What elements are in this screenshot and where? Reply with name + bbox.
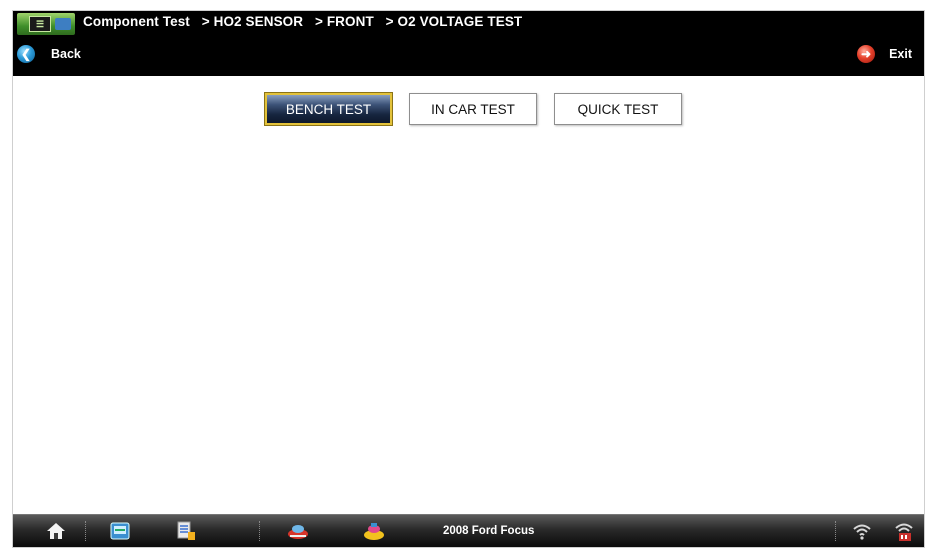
home-icon[interactable]	[45, 520, 67, 542]
breadcrumb: Component Test > HO2 SENSOR > FRONT > O2…	[83, 14, 530, 29]
app-logo-icon: ☰	[17, 13, 75, 35]
breadcrumb-item-ho2-sensor: > HO2 SENSOR	[201, 14, 304, 29]
taskbar-separator	[85, 521, 86, 541]
back-button-label: Back	[51, 47, 81, 61]
breadcrumb-item-o2-voltage-test: > O2 VOLTAGE TEST	[385, 14, 523, 29]
scanner-icon[interactable]	[109, 520, 131, 542]
taskbar-separator	[835, 521, 836, 541]
tab-bench-test[interactable]: BENCH TEST	[265, 93, 392, 125]
vci-status-icon[interactable]	[893, 520, 915, 542]
taskbar-separator	[259, 521, 260, 541]
vehicle-red-icon[interactable]	[287, 520, 309, 542]
exit-button-label: Exit	[889, 47, 912, 61]
vehicle-yellow-icon[interactable]	[363, 520, 385, 542]
taskbar: 2008 Ford Focus	[13, 514, 924, 547]
tab-in-car-test[interactable]: IN CAR TEST	[409, 93, 537, 125]
data-tools-icon[interactable]	[175, 520, 197, 542]
exit-button[interactable]: ➜ Exit	[857, 43, 912, 65]
tab-quick-test[interactable]: QUICK TEST	[554, 93, 682, 125]
breadcrumb-item-front: > FRONT	[314, 14, 374, 29]
title-bar: ☰ Component Test > HO2 SENSOR > FRONT > …	[13, 11, 924, 76]
app-window: ☰ Component Test > HO2 SENSOR > FRONT > …	[12, 10, 925, 548]
wifi-icon[interactable]	[851, 520, 873, 542]
breadcrumb-item-component-test: Component Test	[83, 14, 190, 29]
back-button[interactable]: ❮ Back	[17, 43, 81, 65]
arrow-left-icon: ❮	[17, 45, 35, 63]
vehicle-label: 2008 Ford Focus	[443, 525, 535, 537]
arrow-right-icon: ➜	[857, 45, 876, 63]
